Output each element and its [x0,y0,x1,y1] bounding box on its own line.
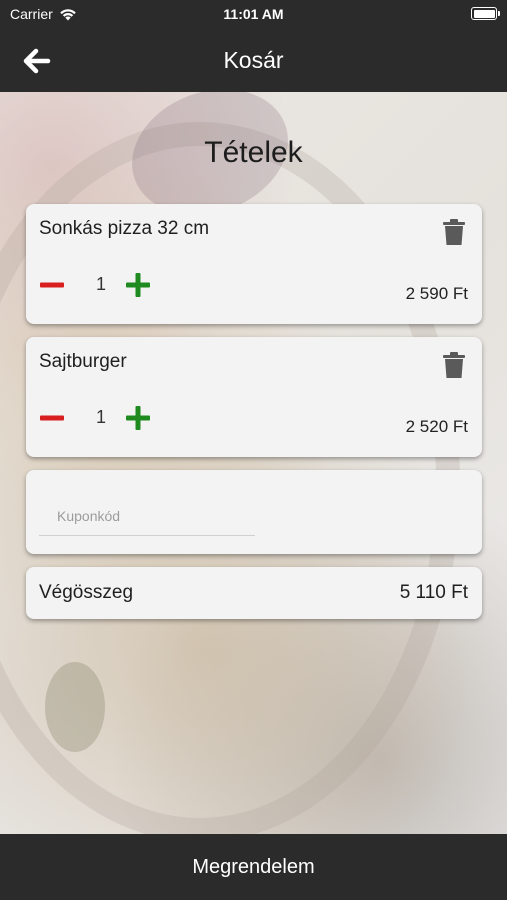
plus-icon[interactable] [125,272,151,298]
coupon-code-input[interactable] [39,496,255,536]
cart-item-card: Sonkás pizza 32 cm 1 2 590 Ft [26,204,482,324]
background-decoration [45,662,105,752]
item-price: 2 590 Ft [405,284,468,303]
quantity-stepper: 1 [39,272,239,298]
total-value: 5 110 Ft [399,582,468,603]
coupon-card [26,470,482,554]
cart-content: Tételek Sonkás pizza 32 cm 1 2 590 Ft Sa… [0,92,507,834]
plus-icon[interactable] [125,405,151,431]
minus-icon[interactable] [39,272,65,298]
total-label: Végösszeg [39,582,134,603]
item-name: Sajtburger [39,351,127,372]
trash-icon[interactable] [442,218,466,246]
trash-icon[interactable] [442,351,466,379]
cart-item-card: Sajtburger 1 2 520 Ft [26,337,482,457]
quantity-stepper: 1 [39,405,239,431]
quantity-value: 1 [95,407,106,427]
place-order-button[interactable]: Megrendelem [0,834,507,900]
page-title: Kosár [223,47,284,73]
status-bar: Carrier 11:01 AM [0,0,507,28]
status-time: 11:01 AM [223,6,284,22]
total-card: Végösszeg 5 110 Ft [26,567,482,619]
navigation-bar: Kosár [0,28,507,92]
minus-icon[interactable] [39,405,65,431]
quantity-value: 1 [95,274,106,294]
battery-icon [471,7,500,20]
items-heading: Tételek [204,136,303,169]
item-name: Sonkás pizza 32 cm [39,218,210,239]
item-price: 2 520 Ft [405,417,468,436]
